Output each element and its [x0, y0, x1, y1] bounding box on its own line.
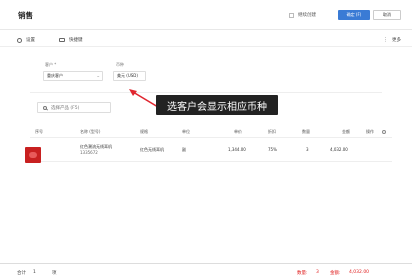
continue-create-option[interactable]: 继续创建	[289, 12, 316, 18]
customer-value: 重庆客户	[47, 73, 63, 78]
col-header-name: 名称 (型号)	[80, 129, 101, 134]
row-unit: 副	[182, 147, 186, 152]
row-price[interactable]: 1,344.00	[228, 147, 246, 152]
annotation-callout: 选客户会显示相应币种	[156, 95, 278, 115]
continue-create-checkbox[interactable]	[289, 12, 294, 18]
customer-field[interactable]: 重庆客户 ···	[43, 71, 103, 81]
customer-picker-icon[interactable]: ···	[97, 74, 100, 79]
col-header-discount: 折扣	[268, 129, 276, 134]
product-search-input[interactable]: 选择产品 (F5)	[37, 102, 111, 113]
row-amount: 4,032.00	[330, 147, 348, 152]
header-bar: 销售 继续创建 确定 (F) 取消	[0, 0, 412, 30]
item-count-unit: 项	[52, 271, 57, 276]
column-settings-icon[interactable]	[382, 130, 386, 134]
section-divider	[30, 92, 382, 93]
col-header-spec: 规格	[140, 129, 148, 134]
col-header-price: 单价	[234, 129, 242, 134]
customer-label: 客户 *	[45, 62, 57, 67]
more-button[interactable]: ⋮ 更多	[383, 37, 401, 43]
col-header-action: 操作	[366, 129, 374, 134]
cancel-button[interactable]: 取消	[373, 10, 401, 20]
settings-button[interactable]: 设置	[17, 37, 35, 43]
search-icon	[43, 105, 47, 110]
shortcut-button[interactable]: 快捷键	[59, 37, 83, 43]
row-discount[interactable]: 75%	[268, 147, 277, 152]
col-header-amount: 金额	[342, 129, 350, 134]
confirm-button[interactable]: 确定 (F)	[338, 10, 370, 20]
total-label: 合计	[17, 271, 26, 276]
page-title: 销售	[18, 11, 33, 20]
total-qty-value: 3	[316, 270, 319, 275]
gear-icon	[17, 37, 22, 43]
toolbar: 设置 快捷键 ⋮ 更多	[0, 33, 412, 47]
product-table: 序号 名称 (型号) 规格 单位 单价 折扣 数量 金额 操作 1 红色潮流无线…	[30, 124, 392, 162]
currency-field[interactable]: 美元 (USD)	[113, 71, 146, 81]
settings-label: 设置	[26, 38, 35, 43]
footer-summary: 合计 1 项 数量: 3 金额: 4,032.00	[0, 263, 412, 280]
col-header-index: 序号	[35, 129, 43, 134]
currency-label: 币种	[116, 62, 124, 67]
total-amount-label: 金额:	[330, 271, 341, 276]
shortcut-label: 快捷键	[69, 38, 83, 43]
more-label: 更多	[392, 38, 401, 43]
table-header: 序号 名称 (型号) 规格 单位 单价 折扣 数量 金额 操作	[30, 124, 392, 138]
row-product-code: 1335672	[80, 150, 98, 155]
product-thumbnail	[25, 147, 41, 163]
row-spec: 红色无线耳机	[140, 147, 164, 152]
table-row[interactable]: 1 红色潮流无线耳机 1335672 红色无线耳机 副 1,344.00 75%…	[30, 138, 392, 162]
more-vertical-icon: ⋮	[383, 37, 388, 43]
item-count: 1	[33, 270, 36, 275]
product-search-placeholder: 选择产品 (F5)	[51, 105, 80, 111]
col-header-qty: 数量	[302, 129, 310, 134]
total-amount-value: 4,032.00	[349, 270, 370, 275]
continue-create-label: 继续创建	[298, 13, 316, 18]
col-header-unit: 单位	[182, 129, 190, 134]
keyboard-icon	[59, 38, 65, 42]
currency-value: 美元 (USD)	[117, 73, 138, 78]
row-qty[interactable]: 3	[306, 147, 309, 152]
total-qty-label: 数量:	[297, 271, 308, 276]
